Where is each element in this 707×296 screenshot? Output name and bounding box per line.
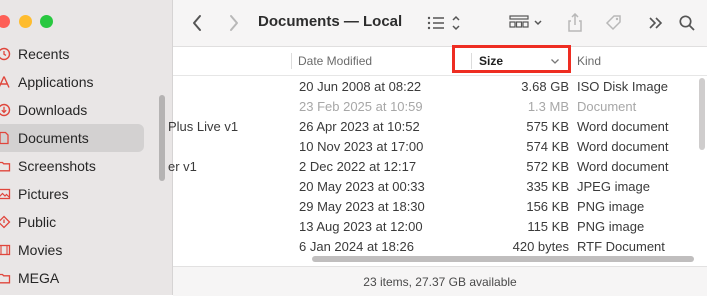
search-icon[interactable] (678, 0, 696, 46)
file-name: Plus Live v1 (168, 119, 239, 134)
minimize-button[interactable] (19, 15, 32, 28)
file-size: 420 bytes (512, 239, 569, 254)
clock-icon (0, 46, 12, 62)
public-icon (0, 214, 12, 230)
sidebar-item-public[interactable]: Public (0, 208, 150, 236)
horizontal-scrollbar[interactable] (312, 256, 694, 262)
date-modified: 10 Nov 2023 at 17:00 (299, 139, 424, 154)
file-kind: Document (577, 99, 637, 114)
applications-icon (0, 74, 12, 90)
column-header: Date Modified Size Kind (173, 45, 707, 76)
file-size: 1.3 MB (527, 99, 569, 114)
sidebar-item-label: Public (18, 214, 57, 230)
file-name: er v1 (168, 159, 197, 174)
forward-icon[interactable] (228, 0, 240, 46)
file-kind: Word document (577, 139, 669, 154)
document-icon (0, 130, 12, 146)
pictures-icon (0, 186, 12, 202)
sidebar-item-pictures[interactable]: Pictures (0, 180, 150, 208)
table-row[interactable]: 10 Nov 2023 at 17:00 574 KB Word document (173, 137, 707, 157)
sidebar-item-label: Recents (18, 46, 70, 62)
table-row[interactable]: 29 May 2023 at 18:30 156 KB PNG image (173, 197, 707, 217)
column-divider[interactable] (291, 53, 292, 69)
sidebar-scrollbar[interactable] (159, 95, 165, 181)
movies-icon (0, 242, 12, 258)
zoom-button[interactable] (40, 15, 53, 28)
date-modified: 6 Jan 2024 at 18:26 (299, 239, 414, 254)
sidebar: Recents Applications Downloads Documents… (0, 0, 173, 295)
sidebar-item-downloads[interactable]: Downloads (0, 96, 150, 124)
file-kind: PNG image (577, 219, 645, 234)
file-kind: ISO Disk Image (577, 79, 669, 94)
sidebar-item-movies[interactable]: Movies (0, 236, 150, 264)
sidebar-item-label: Applications (18, 74, 94, 90)
date-modified: 2 Dec 2022 at 12:17 (299, 159, 417, 174)
sidebar-item-screenshots[interactable]: Screenshots (0, 152, 150, 180)
file-kind: Word document (577, 119, 669, 134)
sidebar-item-label: Documents (18, 130, 89, 146)
date-modified: 13 Aug 2023 at 12:00 (299, 219, 423, 234)
file-kind: Word document (577, 159, 669, 174)
sidebar-item-applications[interactable]: Applications (0, 68, 150, 96)
date-modified: 23 Feb 2025 at 10:59 (299, 99, 423, 114)
sidebar-item-documents[interactable]: Documents (0, 124, 144, 152)
column-kind[interactable]: Kind (577, 47, 601, 75)
date-modified: 20 Jun 2008 at 08:22 (299, 79, 422, 94)
sidebar-item-label: MEGA (18, 270, 60, 286)
file-size: 156 KB (526, 199, 569, 214)
file-size: 3.68 GB (521, 79, 569, 94)
file-kind: PNG image (577, 199, 645, 214)
more-icon[interactable] (648, 0, 664, 46)
date-modified: 29 May 2023 at 18:30 (299, 199, 425, 214)
sidebar-item-recents[interactable]: Recents (0, 40, 150, 68)
toolbar: Documents — Local (173, 0, 707, 47)
sidebar-item-label: Pictures (18, 186, 69, 202)
sidebar-item-mega[interactable]: MEGA (0, 264, 150, 292)
file-kind: JPEG image (577, 179, 650, 194)
table-row[interactable]: er v1 2 Dec 2022 at 12:17 572 KB Word docum… (168, 157, 707, 177)
folder-icon (0, 270, 12, 286)
back-icon[interactable] (191, 0, 203, 46)
list-view-icon[interactable] (426, 0, 464, 46)
status-text: 23 items, 27.37 GB available (363, 274, 517, 289)
date-modified: 26 Apr 2023 at 10:52 (299, 119, 420, 134)
table-row[interactable]: 20 May 2023 at 00:33 335 KB JPEG image (173, 177, 707, 197)
file-list: 20 Jun 2008 at 08:22 3.68 GB ISO Disk Imag… (168, 77, 707, 257)
table-row[interactable]: Plus Live v1 26 Apr 2023 at 10:52 575 KB Wo… (168, 117, 707, 137)
file-size: 575 KB (526, 119, 569, 134)
date-modified: 20 May 2023 at 00:33 (299, 179, 425, 194)
share-icon[interactable] (567, 0, 583, 46)
sidebar-item-label: Screenshots (18, 158, 96, 174)
table-row[interactable]: 13 Aug 2023 at 12:00 115 KB PNG image (173, 217, 707, 237)
sidebar-item-label: Movies (18, 242, 63, 258)
window-title: Documents — Local (258, 13, 403, 30)
table-row[interactable]: 20 Jun 2008 at 08:22 3.68 GB ISO Disk Imag… (173, 77, 707, 97)
vertical-scrollbar[interactable] (699, 78, 705, 150)
file-size: 572 KB (526, 159, 569, 174)
file-size: 115 KB (527, 219, 569, 234)
size-column-highlight (452, 45, 571, 73)
group-icon[interactable] (509, 0, 547, 46)
table-row[interactable]: 23 Feb 2025 at 10:59 1.3 MB Document (173, 97, 707, 117)
sidebar-item-label: Downloads (18, 102, 88, 118)
tag-icon[interactable] (604, 0, 624, 46)
file-size: 335 KB (526, 179, 569, 194)
folder-icon (0, 158, 12, 174)
file-kind: RTF Document (577, 239, 665, 254)
status-bar: 23 items, 27.37 GB available (173, 266, 707, 296)
table-row[interactable]: 6 Jan 2024 at 18:26 420 bytes RTF Document (173, 237, 707, 257)
download-icon (0, 102, 12, 118)
close-button[interactable] (0, 15, 10, 28)
column-date-modified[interactable]: Date Modified (298, 47, 372, 75)
file-size: 574 KB (526, 139, 569, 154)
